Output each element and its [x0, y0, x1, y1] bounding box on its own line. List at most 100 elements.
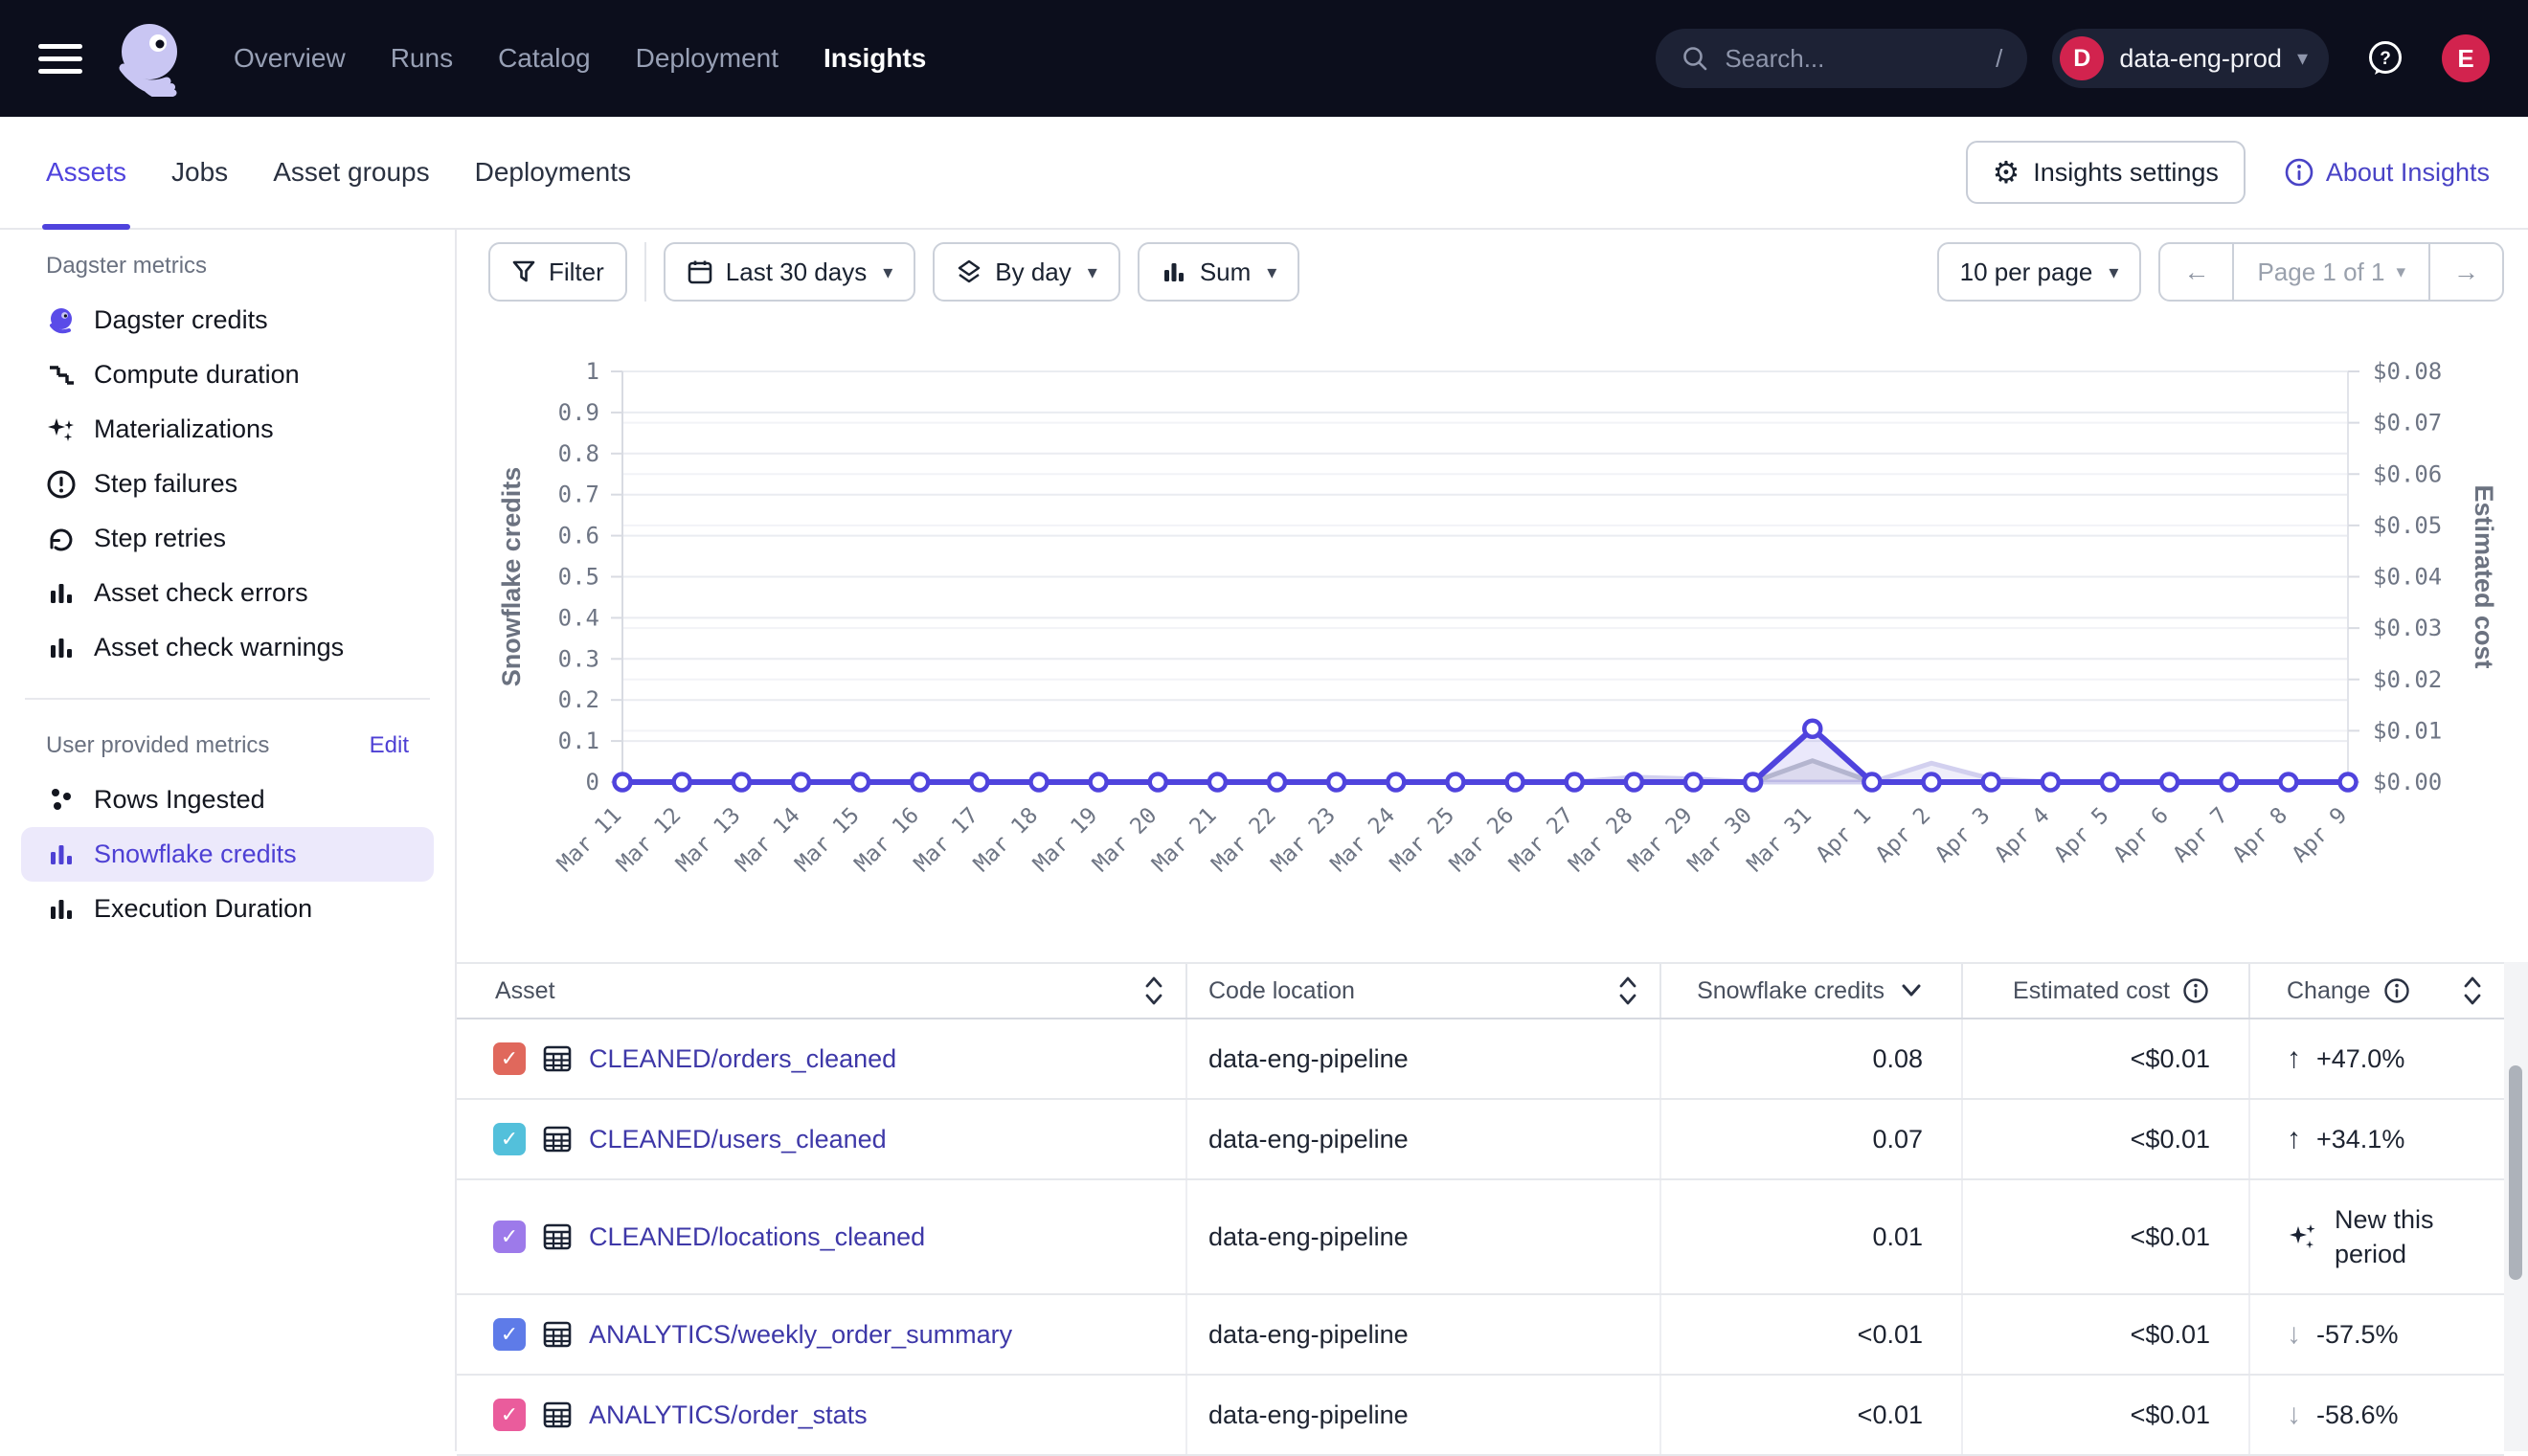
asset-link[interactable]: CLEANED/orders_cleaned: [589, 1044, 896, 1074]
series-checkbox[interactable]: ✓: [493, 1399, 526, 1431]
svg-text:Mar 11: Mar 11: [553, 803, 626, 877]
nav-link-deployment[interactable]: Deployment: [636, 43, 779, 74]
cost-cell: <$0.01: [1963, 1019, 2250, 1098]
svg-text:$0.08: $0.08: [2373, 358, 2442, 385]
sort-icon[interactable]: [1617, 974, 1638, 1007]
sidebar-item-rows-ingested[interactable]: Rows Ingested: [21, 773, 434, 827]
org-switcher[interactable]: D data-eng-prod ▾: [2052, 29, 2329, 88]
sort-icon[interactable]: [1143, 974, 1164, 1007]
help-icon[interactable]: ?: [2365, 38, 2405, 78]
credits-cell: 0.07: [1661, 1100, 1963, 1178]
filter-button[interactable]: Filter: [488, 242, 627, 302]
edit-metrics-link[interactable]: Edit: [370, 732, 409, 759]
svg-text:Mar 15: Mar 15: [791, 803, 865, 877]
sidebar-item-asset-check-errors[interactable]: Asset check errors: [21, 566, 434, 620]
sidebar-item-materializations[interactable]: Materializations: [21, 402, 434, 457]
sidebar-item-asset-check-warnings[interactable]: Asset check warnings: [21, 620, 434, 675]
tab-jobs[interactable]: Jobs: [171, 117, 228, 228]
column-header-code-location[interactable]: Code location: [1187, 964, 1661, 1018]
arrow-up-icon: ↑: [2287, 1042, 2301, 1075]
column-header-asset[interactable]: Asset: [457, 964, 1187, 1018]
menu-icon[interactable]: [38, 44, 82, 74]
user-avatar[interactable]: E: [2442, 34, 2490, 82]
org-badge: D: [2060, 36, 2104, 80]
insights-tabbar: Assets Jobs Asset groups Deployments ⚙ I…: [0, 117, 2528, 230]
search-box[interactable]: /: [1656, 29, 2027, 88]
tab-deployments[interactable]: Deployments: [475, 117, 631, 228]
table-scrollbar-track[interactable]: [2504, 962, 2528, 1451]
tab-assets[interactable]: Assets: [46, 117, 126, 228]
column-header-change[interactable]: Change: [2250, 964, 2504, 1018]
nav-link-catalog[interactable]: Catalog: [498, 43, 591, 74]
column-header-estimated-cost[interactable]: Estimated cost: [1963, 964, 2250, 1018]
asset-link[interactable]: CLEANED/users_cleaned: [589, 1125, 887, 1154]
sidebar-item-step-retries[interactable]: Step retries: [21, 511, 434, 566]
bar-chart-icon: [46, 579, 77, 608]
search-input[interactable]: [1725, 44, 1980, 74]
calendar-icon: [687, 258, 713, 285]
series-checkbox[interactable]: ✓: [493, 1318, 526, 1351]
series-checkbox[interactable]: ✓: [493, 1221, 526, 1253]
svg-text:$0.01: $0.01: [2373, 717, 2442, 744]
info-icon[interactable]: [2181, 976, 2210, 1005]
svg-text:Mar 26: Mar 26: [1445, 803, 1519, 877]
table-scrollbar-thumb[interactable]: [2509, 1065, 2522, 1280]
sort-icon[interactable]: [2462, 974, 2483, 1007]
sidebar-item-snowflake-credits[interactable]: Snowflake credits: [21, 827, 434, 882]
svg-text:Mar 16: Mar 16: [850, 803, 924, 877]
sidebar-item-compute-duration[interactable]: Compute duration: [21, 347, 434, 402]
insights-settings-button[interactable]: ⚙ Insights settings: [1966, 141, 2246, 204]
svg-text:?: ?: [2380, 49, 2391, 69]
sparkles-icon: [2287, 1221, 2319, 1253]
asset-link[interactable]: ANALYTICS/order_stats: [589, 1400, 868, 1430]
chevron-down-icon: ▾: [2297, 46, 2308, 71]
search-icon: [1681, 44, 1709, 73]
svg-text:$0.03: $0.03: [2373, 615, 2442, 641]
svg-text:Mar 24: Mar 24: [1326, 803, 1400, 877]
group-by-dropdown[interactable]: By day ▾: [933, 242, 1120, 302]
asset-link[interactable]: ANALYTICS/weekly_order_summary: [589, 1320, 1012, 1350]
svg-text:Apr 7: Apr 7: [2169, 803, 2233, 867]
insights-chart: 00.10.20.30.40.50.60.70.80.91$0.00$0.01$…: [457, 311, 2528, 929]
next-page-button[interactable]: →: [2430, 244, 2502, 300]
cost-cell: <$0.01: [1963, 1376, 2250, 1454]
asset-link[interactable]: CLEANED/locations_cleaned: [589, 1222, 925, 1252]
per-page-dropdown[interactable]: 10 per page ▾: [1937, 242, 2142, 302]
sidebar-item-execution-duration[interactable]: Execution Duration: [21, 882, 434, 936]
nav-link-runs[interactable]: Runs: [391, 43, 453, 74]
dagster-logo-icon[interactable]: [111, 20, 188, 97]
sparkles-icon: [46, 414, 77, 445]
change-cell: ↓ -57.5%: [2250, 1295, 2504, 1374]
change-cell: ↑ +47.0%: [2250, 1019, 2504, 1098]
sidebar-item-dagster-credits[interactable]: Dagster credits: [21, 293, 434, 347]
svg-text:Apr 2: Apr 2: [1871, 803, 1935, 867]
metrics-sidebar: Dagster metrics Dagster credits Compute …: [0, 230, 457, 1451]
sort-desc-icon[interactable]: [1900, 983, 1923, 998]
column-header-snowflake-credits[interactable]: Snowflake credits: [1661, 964, 1963, 1018]
table-icon: [541, 1221, 574, 1253]
code-location-cell: data-eng-pipeline: [1187, 1295, 1661, 1374]
about-insights-link[interactable]: About Insights: [2284, 157, 2490, 188]
dagster-logo-icon: [46, 305, 77, 336]
nav-link-insights[interactable]: Insights: [824, 43, 926, 74]
svg-text:Mar 19: Mar 19: [1028, 803, 1102, 877]
dots-icon: [46, 786, 77, 815]
tab-asset-groups[interactable]: Asset groups: [273, 117, 429, 228]
nav-link-overview[interactable]: Overview: [234, 43, 346, 74]
svg-text:0.5: 0.5: [558, 564, 599, 591]
sidebar-item-step-failures[interactable]: Step failures: [21, 457, 434, 511]
user-metrics-heading: User provided metrics: [46, 732, 269, 759]
chevron-down-icon: ▾: [2396, 261, 2405, 283]
series-checkbox[interactable]: ✓: [493, 1042, 526, 1075]
svg-text:Apr 3: Apr 3: [1930, 803, 1995, 867]
svg-text:Apr 9: Apr 9: [2288, 803, 2352, 867]
date-range-dropdown[interactable]: Last 30 days ▾: [664, 242, 915, 302]
svg-text:0.1: 0.1: [558, 728, 599, 754]
prev-page-button[interactable]: ←: [2160, 244, 2232, 300]
refresh-icon: [46, 524, 77, 554]
series-checkbox[interactable]: ✓: [493, 1123, 526, 1155]
info-icon[interactable]: [2382, 976, 2411, 1005]
aggregation-dropdown[interactable]: Sum ▾: [1138, 242, 1300, 302]
page-select[interactable]: Page 1 of 1 ▾: [2232, 244, 2430, 300]
table-row: ✓ CLEANED/orders_cleaned data-eng-pipeli…: [457, 1019, 2504, 1100]
